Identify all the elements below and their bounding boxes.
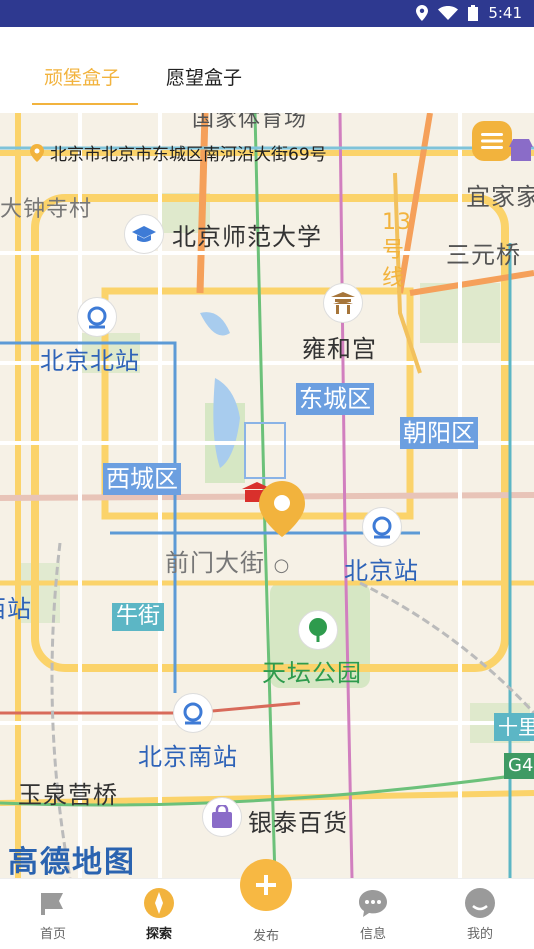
- district-label: 朝阳区: [400, 417, 478, 449]
- map-label: 三元桥: [446, 241, 521, 269]
- location-icon: [416, 5, 429, 21]
- location-pin-icon: [30, 143, 44, 162]
- status-bar: 5:41: [0, 0, 534, 27]
- current-location-pin[interactable]: [259, 481, 305, 537]
- map-label: 银泰百货: [248, 809, 348, 837]
- publish-button[interactable]: [240, 859, 292, 911]
- address-label: 北京市北京市东城区南河沿大街69号: [30, 140, 327, 165]
- shop-icon: [509, 139, 533, 161]
- status-time: 5:41: [488, 4, 522, 22]
- nav-profile[interactable]: 我的: [440, 887, 520, 942]
- nav-label: 我的: [466, 927, 493, 942]
- chat-bubble-icon: [359, 890, 387, 917]
- map-label: 十里: [494, 713, 534, 741]
- nav-label: 探索: [145, 927, 172, 942]
- address-text: 北京市北京市东城区南河沿大街69号: [50, 145, 327, 165]
- map-label: 牛街: [112, 603, 165, 631]
- nav-explore[interactable]: 探索: [119, 887, 199, 942]
- top-tab-bar: 顽堡盒子 愿望盒子: [0, 27, 534, 113]
- train-station-icon: [87, 306, 107, 329]
- compass-icon: [144, 888, 174, 918]
- map-label: 大钟寺村: [0, 197, 93, 222]
- active-tab-indicator: [32, 103, 138, 105]
- temple-poi[interactable]: [323, 283, 363, 323]
- battery-icon: [468, 5, 479, 21]
- shopping-bag-icon: [212, 805, 232, 828]
- nav-messages[interactable]: 信息: [333, 887, 413, 942]
- map-label: 北京站: [344, 557, 419, 585]
- map-label: 天坛公园: [262, 659, 362, 687]
- nav-label: 首页: [39, 927, 66, 942]
- highway-badge: G4: [504, 753, 534, 779]
- tab-wish-box[interactable]: 愿望盒子: [166, 63, 242, 90]
- train-station-icon: [372, 516, 392, 539]
- university-poi[interactable]: [124, 214, 164, 254]
- map-label: 宜家家: [466, 183, 534, 211]
- map-provider-logo: 高德地图: [8, 845, 136, 878]
- map-label: 西站: [0, 595, 32, 623]
- list-icon: [481, 133, 503, 149]
- wifi-icon: [438, 6, 459, 20]
- bottom-nav: 首页 探索 发布 信息 我的: [0, 859, 534, 949]
- train-station-icon: [183, 702, 203, 725]
- map-view[interactable]: 北京市北京市东城区南河沿大街69号 国家体育场 大钟寺村 北京师范大学 13号线…: [0, 113, 534, 878]
- map-label: 北京南站: [138, 743, 238, 771]
- district-label: 东城区: [296, 383, 374, 415]
- map-list-button[interactable]: [472, 121, 512, 161]
- station-poi[interactable]: [362, 507, 402, 547]
- map-label: 前门大街 ○: [165, 549, 291, 577]
- temple-icon: [331, 292, 355, 314]
- station-poi[interactable]: [77, 297, 117, 337]
- tree-icon: [309, 618, 327, 642]
- park-poi[interactable]: [298, 610, 338, 650]
- graduation-cap-icon: [132, 226, 156, 242]
- map-label: 北京师范大学: [172, 223, 322, 251]
- station-poi[interactable]: [173, 693, 213, 733]
- tab-wanbao-box[interactable]: 顽堡盒子: [44, 63, 120, 90]
- home-flag-icon: [41, 893, 63, 915]
- shopping-poi[interactable]: [202, 797, 242, 837]
- district-label: 西城区: [103, 463, 181, 495]
- nav-label: 信息: [359, 927, 386, 942]
- nav-home[interactable]: 首页: [13, 887, 93, 942]
- map-label: 玉泉营桥: [18, 781, 118, 809]
- profile-face-icon: [465, 888, 495, 918]
- subway-line-label: 13号线: [382, 210, 412, 291]
- map-label: 北京北站: [40, 347, 140, 375]
- plus-icon: [256, 875, 276, 895]
- nav-publish-label: 发布: [252, 929, 279, 944]
- map-label: 雍和宫: [302, 335, 377, 363]
- map-label: 国家体育场: [192, 113, 308, 132]
